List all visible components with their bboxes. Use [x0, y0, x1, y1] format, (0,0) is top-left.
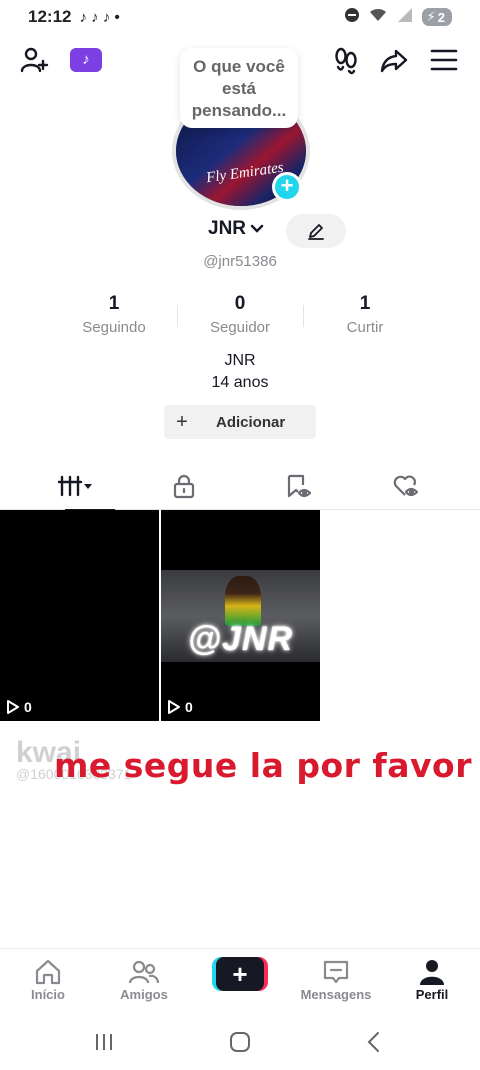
play-count-value: 0: [24, 699, 32, 715]
recent-apps-icon[interactable]: [84, 1028, 124, 1056]
tab-saved[interactable]: [238, 462, 358, 510]
grid-icon: [57, 475, 92, 497]
nickname-switcher[interactable]: JNR: [208, 218, 266, 240]
stat-divider: [177, 305, 178, 327]
stat-following[interactable]: 1 Seguindo: [54, 293, 174, 336]
share-icon[interactable]: [374, 40, 414, 80]
stat-likes-label: Curtir: [346, 319, 384, 336]
back-icon[interactable]: [354, 1028, 394, 1056]
status-thought-bubble[interactable]: O que você está pensando...: [180, 48, 298, 128]
thumbnail-caption: @JNR: [187, 620, 294, 658]
stat-following-label: Seguindo: [82, 319, 146, 336]
plus-icon: +: [216, 957, 264, 991]
heart-eye-icon: [393, 475, 419, 497]
nav-inbox-label: Mensagens: [300, 987, 372, 1002]
friends-icon: [128, 960, 160, 984]
video-thumbnail[interactable]: @JNR 0: [161, 510, 320, 721]
stat-divider: [303, 305, 304, 327]
stat-likes-value: 1: [359, 293, 371, 314]
add-avatar-button[interactable]: +: [272, 172, 302, 202]
wifi-icon: [368, 7, 388, 28]
add-button-label: Adicionar: [216, 413, 286, 431]
play-count: 0: [6, 699, 32, 715]
bio-line: 14 anos: [211, 374, 269, 391]
status-time: 12:12: [28, 7, 72, 26]
message-icon: [323, 960, 349, 984]
tab-videos[interactable]: [15, 462, 135, 511]
status-bar: 12:12 ♪ ♪ ♪ • ⚡ 2: [0, 0, 480, 34]
nickname: JNR: [208, 218, 247, 239]
edit-profile-button[interactable]: [286, 214, 346, 248]
home-icon: [35, 959, 61, 985]
profile-icon: [420, 960, 444, 985]
username: @jnr51386: [203, 253, 277, 270]
profile-stats: 1 Seguindo 0 Seguidor 1 Curtir: [0, 293, 480, 343]
stat-followers-label: Seguidor: [209, 319, 271, 336]
add-button[interactable]: + Adicionar: [164, 405, 316, 439]
nav-home[interactable]: Início: [0, 957, 96, 1002]
thumbnail-person: [225, 576, 261, 626]
bottom-nav: Início Amigos + Mensagens Perfil: [0, 948, 480, 1010]
battery-level: 2: [437, 9, 445, 25]
plus-icon: +: [176, 410, 188, 433]
overlay-caption: me segue la por favor: [54, 746, 472, 785]
bio-line: JNR: [224, 352, 256, 369]
stat-followers-value: 0: [234, 293, 246, 314]
dnd-icon: [344, 7, 360, 28]
battery-icon: ⚡ 2: [421, 8, 452, 26]
menu-icon[interactable]: [424, 40, 464, 80]
nav-friends-label: Amigos: [120, 987, 168, 1002]
system-nav-bar: [0, 1012, 480, 1070]
add-friend-icon[interactable]: [14, 40, 54, 80]
play-count-value: 0: [185, 699, 193, 715]
video-thumbnail[interactable]: 0: [0, 510, 159, 721]
name-row: JNR: [0, 212, 480, 252]
nav-inbox[interactable]: Mensagens: [288, 957, 384, 1002]
pencil-icon: [308, 224, 324, 240]
tab-private[interactable]: [124, 462, 244, 510]
notification-icons: ♪ ♪ ♪ •: [79, 8, 120, 26]
footprints-icon[interactable]: [326, 40, 366, 80]
create-button[interactable]: +: [212, 957, 268, 991]
bio: JNR 14 anos: [0, 350, 480, 394]
play-count: 0: [167, 699, 193, 715]
nav-profile[interactable]: Perfil: [384, 957, 480, 1002]
nav-friends[interactable]: Amigos: [96, 957, 192, 1002]
play-icon: [7, 700, 19, 714]
nav-profile-label: Perfil: [415, 987, 449, 1002]
bookmark-eye-icon: [287, 474, 312, 498]
play-icon: [168, 700, 180, 714]
nav-home-label: Início: [31, 987, 65, 1002]
lock-icon: [173, 474, 195, 499]
home-button-icon[interactable]: [220, 1028, 260, 1056]
tiktok-studio-icon[interactable]: ♪: [66, 40, 106, 80]
chevron-down-icon: [250, 224, 264, 233]
stat-likes[interactable]: 1 Curtir: [305, 293, 425, 336]
profile-tabs: [0, 462, 480, 511]
stat-followers[interactable]: 0 Seguidor: [180, 293, 300, 336]
tab-liked[interactable]: [346, 462, 466, 510]
stat-following-value: 1: [108, 293, 120, 314]
signal-icon: [396, 7, 414, 28]
